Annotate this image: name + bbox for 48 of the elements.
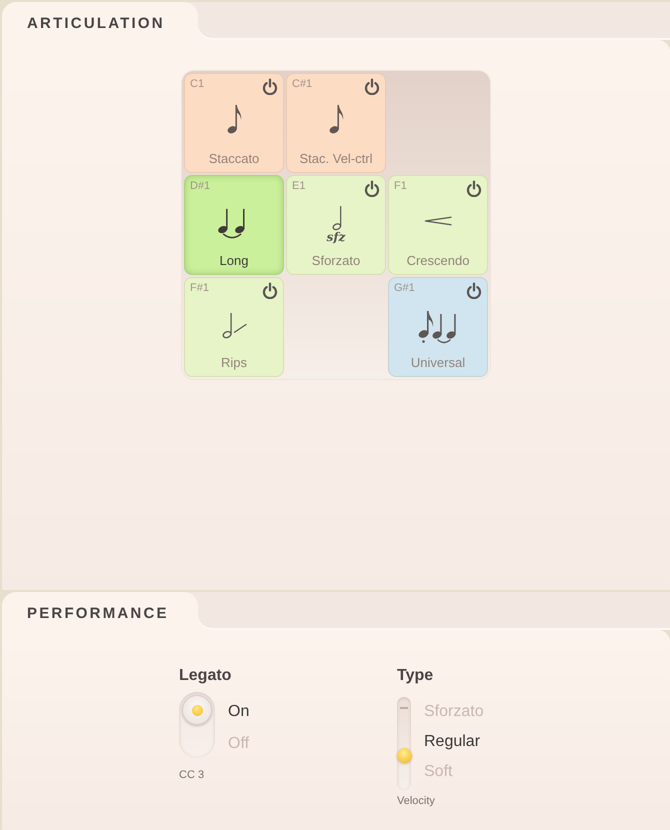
- slider-option[interactable]: Regular: [424, 727, 484, 757]
- eighth-note-icon: [328, 104, 344, 134]
- articulation-pad[interactable]: F#1 Rips: [184, 277, 284, 377]
- note-label: C#1: [292, 78, 312, 91]
- control-label: Type: [397, 666, 434, 686]
- half-note-rip-icon: [222, 312, 246, 338]
- power-icon[interactable]: [364, 78, 380, 95]
- articulation-name: Long: [218, 253, 250, 269]
- section-title: ARTICULATION: [2, 2, 198, 40]
- toggle-switch[interactable]: [179, 692, 215, 758]
- articulation-name: Rips: [220, 355, 248, 371]
- power-icon[interactable]: [466, 282, 482, 299]
- slider-track[interactable]: [397, 697, 411, 790]
- slider-thumb[interactable]: [396, 748, 412, 764]
- note-label: F1: [394, 180, 407, 193]
- power-icon[interactable]: [262, 282, 278, 299]
- control-caption: CC 3: [179, 768, 204, 782]
- section-title: PERFORMANCE: [2, 592, 198, 630]
- power-icon[interactable]: [466, 180, 482, 197]
- articulation-name: Staccato: [208, 151, 260, 167]
- note-label: G#1: [394, 282, 415, 295]
- eighth-note-icon: [226, 104, 242, 134]
- half-note-icon: [332, 204, 343, 230]
- articulation-name: Crescendo: [406, 253, 470, 269]
- articulation-pad[interactable]: E1 sfz Sforzato: [286, 175, 386, 275]
- power-icon[interactable]: [364, 180, 380, 197]
- articulation-pad[interactable]: C#1 Stac. Vel-ctrl: [286, 73, 386, 173]
- toggle-knob[interactable]: [182, 695, 212, 725]
- articulation-pad[interactable]: C1 Staccato: [184, 73, 284, 173]
- articulation-name: Stac. Vel-ctrl: [298, 151, 374, 167]
- control-label: Legato: [179, 666, 232, 686]
- note-label: F#1: [190, 282, 209, 295]
- articulation-pad[interactable]: F1 Crescendo: [388, 175, 488, 275]
- articulation-pad[interactable]: D#1 Long: [184, 175, 284, 275]
- toggle-option[interactable]: Off: [228, 728, 250, 760]
- articulation-name: Universal: [410, 355, 466, 371]
- power-icon[interactable]: [262, 78, 278, 95]
- articulation-name: Sforzato: [310, 253, 362, 269]
- mixed-notes-icon: [418, 310, 458, 344]
- toggle-option[interactable]: On: [228, 696, 250, 728]
- slider-option[interactable]: Sforzato: [424, 697, 484, 727]
- note-label: C1: [190, 78, 204, 91]
- dynamic-marking: sfz: [326, 230, 346, 244]
- note-label: D#1: [190, 180, 210, 193]
- note-label: E1: [292, 180, 306, 193]
- articulation-pad[interactable]: G#1 Universal: [388, 277, 488, 377]
- control-caption: Velocity: [397, 794, 435, 808]
- crescendo-hairpin-icon: [424, 216, 452, 226]
